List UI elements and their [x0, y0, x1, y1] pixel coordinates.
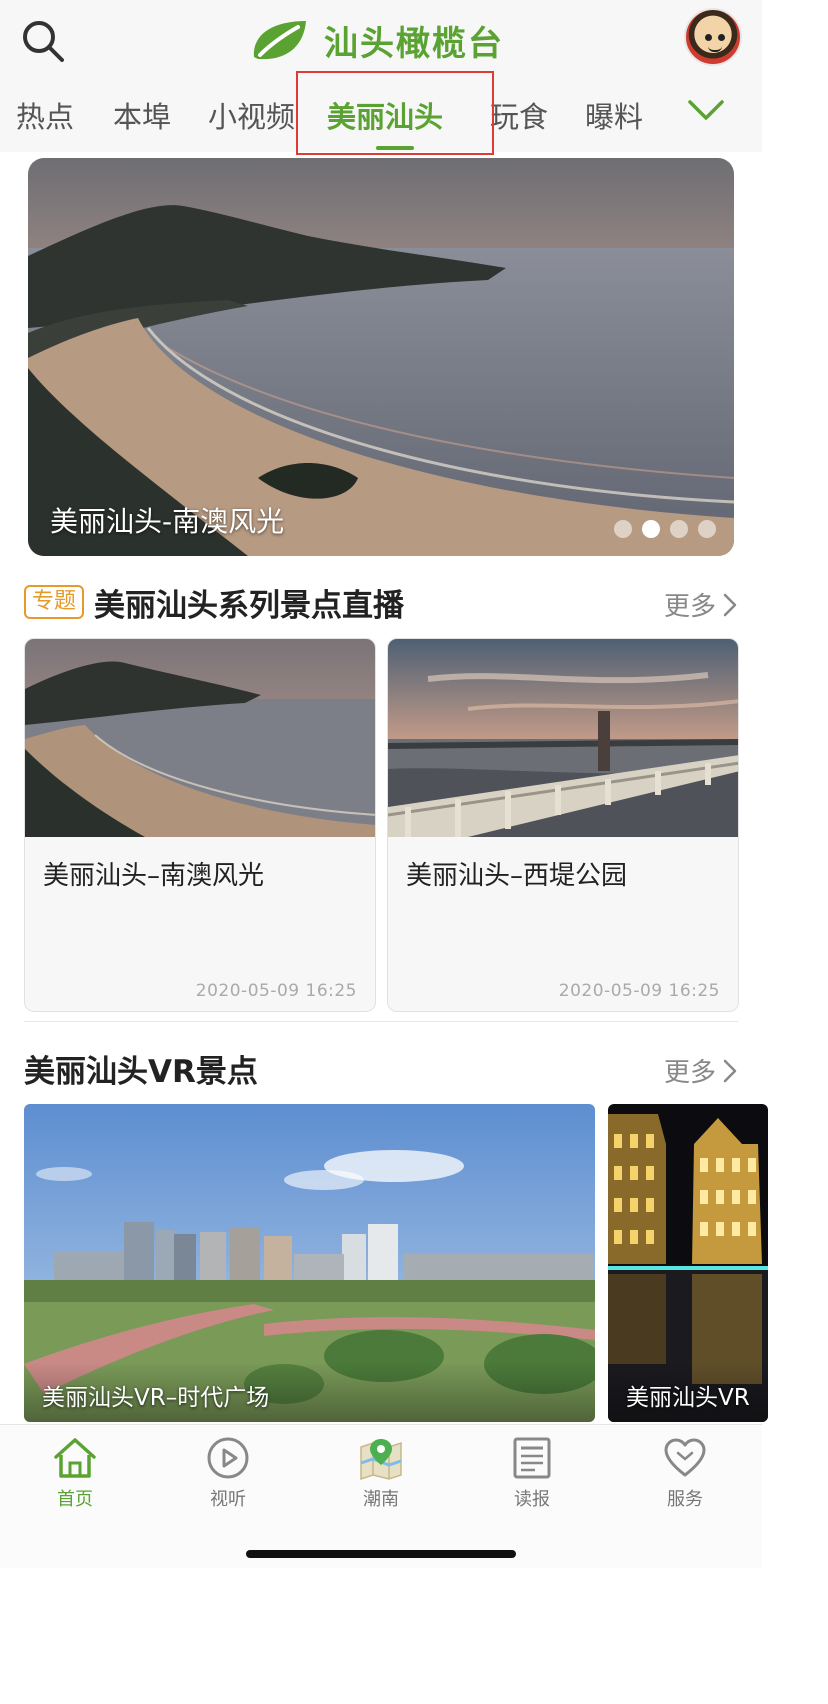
more-link[interactable]: 更多 [664, 586, 738, 623]
nav-label: 读报 [514, 1489, 550, 1510]
search-icon[interactable] [20, 18, 66, 64]
nav-home[interactable]: 首页 [25, 1435, 125, 1511]
app-logo: 汕头橄榄台 [248, 14, 504, 66]
home-indicator [246, 1550, 516, 1558]
live-card-xidi[interactable]: 美丽汕头–西堤公园 2020-05-09 16:25 [387, 638, 739, 1012]
carousel-dot[interactable] [670, 520, 688, 538]
tab-reports[interactable]: 曝料 [585, 94, 643, 136]
card-thumbnail [388, 639, 738, 837]
nav-label: 首页 [57, 1489, 93, 1510]
tab-local[interactable]: 本埠 [113, 94, 171, 136]
map-icon [360, 1439, 402, 1481]
tab-hot[interactable]: 热点 [16, 94, 74, 136]
avatar-mouth [708, 46, 722, 52]
bottom-navigation: 首页 视听 潮南 读报 服务 [0, 1424, 762, 1568]
more-link[interactable]: 更多 [664, 1052, 738, 1089]
card-thumbnail [25, 639, 375, 837]
newspaper-icon [513, 1437, 551, 1479]
chevron-right-icon [723, 593, 737, 616]
play-icon [207, 1437, 249, 1479]
chevron-down-icon[interactable] [686, 96, 726, 126]
more-label: 更多 [663, 1058, 716, 1088]
card-timestamp: 2020-05-09 16:25 [558, 981, 720, 1001]
special-section-title: 美丽汕头系列景点直播 [94, 587, 405, 624]
carousel-dot-active[interactable] [642, 520, 660, 538]
carousel-dot[interactable] [614, 520, 632, 538]
home-icon [54, 1438, 96, 1478]
nav-chaonan[interactable]: 潮南 [331, 1435, 431, 1511]
nav-video[interactable]: 视听 [178, 1435, 278, 1511]
vr-card-night-view[interactable]: 美丽汕头VR [608, 1104, 768, 1422]
tab-short-video[interactable]: 小视频 [208, 94, 295, 136]
carousel-dot[interactable] [698, 520, 716, 538]
live-card-nanao[interactable]: 美丽汕头–南澳风光 2020-05-09 16:25 [24, 638, 376, 1012]
nav-label: 潮南 [363, 1489, 399, 1510]
hero-banner[interactable]: 美丽汕头-南澳风光 [28, 158, 734, 556]
vr-section-title: 美丽汕头VR景点 [24, 1053, 258, 1090]
vr-caption: 美丽汕头VR–时代广场 [42, 1385, 270, 1411]
special-section-header: 专题 美丽汕头系列景点直播 更多 [24, 580, 738, 624]
more-label: 更多 [663, 592, 716, 622]
leaf-logo-icon [253, 21, 306, 60]
topic-tag: 专题 [24, 585, 85, 619]
banner-caption: 美丽汕头-南澳风光 [50, 505, 285, 538]
highlight-box [296, 71, 494, 155]
banner-image [28, 158, 734, 556]
card-timestamp: 2020-05-09 16:25 [195, 981, 357, 1001]
vr-card-times-square[interactable]: 美丽汕头VR–时代广场 [24, 1104, 595, 1422]
vr-caption: 美丽汕头VR [626, 1385, 750, 1411]
logo-text: 汕头橄榄台 [324, 23, 504, 64]
vr-section-header: 美丽汕头VR景点 更多 [24, 1046, 738, 1090]
nav-label: 服务 [667, 1489, 703, 1510]
nav-label: 视听 [210, 1489, 246, 1510]
heart-icon [664, 1438, 706, 1477]
carousel-dots[interactable] [614, 520, 716, 538]
nav-services[interactable]: 服务 [635, 1435, 735, 1511]
tab-food[interactable]: 玩食 [490, 94, 548, 136]
card-title: 美丽汕头–西堤公园 [406, 861, 628, 891]
nav-newspaper[interactable]: 读报 [482, 1435, 582, 1511]
section-divider [24, 1021, 738, 1022]
avatar[interactable] [684, 8, 742, 66]
card-title: 美丽汕头–南澳风光 [43, 861, 265, 891]
avatar-eye [705, 34, 712, 41]
avatar-eye [718, 34, 725, 41]
chevron-right-icon [723, 1059, 737, 1082]
